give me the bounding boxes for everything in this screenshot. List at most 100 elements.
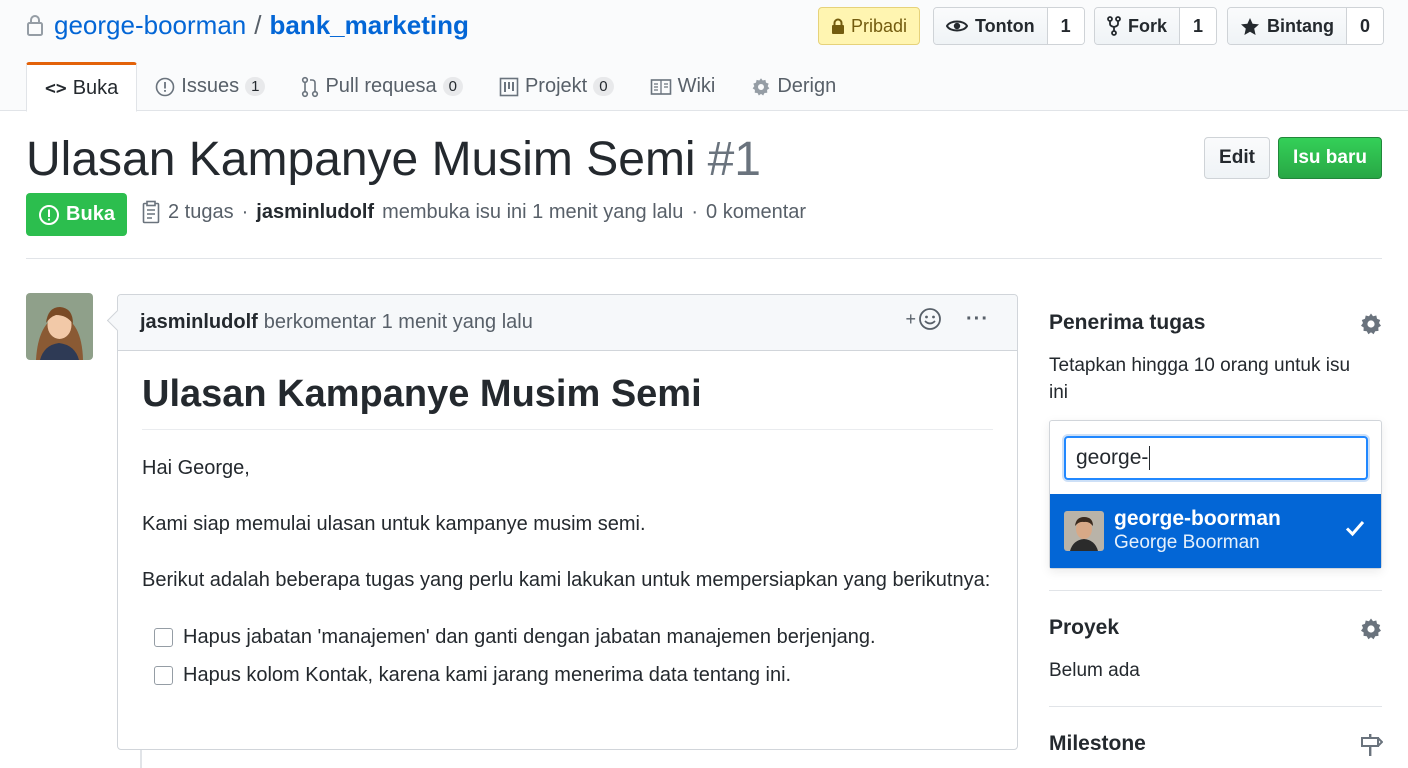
assignee-search-input[interactable]: george- — [1064, 436, 1368, 480]
tab-pull-requests-count: 0 — [442, 77, 463, 96]
watch-button-group: Tonton 1 — [933, 7, 1085, 45]
tab-settings-label: Derign — [777, 75, 837, 97]
repo-header: george-boorman / bank_marketing Pribadi … — [0, 0, 1408, 112]
text-caret — [1149, 446, 1151, 470]
book-icon — [650, 78, 671, 95]
code-icon: <> — [45, 77, 67, 99]
comment-greeting: Hai George, — [142, 457, 250, 479]
comment-time[interactable]: berkomentar 1 menit yang lalu — [264, 311, 533, 334]
tab-wiki[interactable]: Wiki — [632, 62, 734, 111]
star-button-group: Bintang 0 — [1227, 7, 1384, 45]
watch-count[interactable]: 1 — [1047, 8, 1084, 44]
private-label-text: Pribadi — [850, 15, 908, 36]
gear-icon — [752, 77, 770, 95]
fork-button-group: Fork 1 — [1094, 7, 1218, 45]
smiley-icon — [919, 308, 941, 330]
issue-author-link[interactable]: jasminludolf — [256, 201, 374, 224]
user-avatar-icon — [1064, 511, 1104, 551]
star-icon — [1241, 17, 1259, 35]
repo-name-link[interactable]: bank_marketing — [269, 10, 468, 41]
timeline-line — [140, 750, 142, 768]
tab-issues-label: Issues — [181, 75, 240, 97]
repo-owner-link[interactable]: george-boorman — [54, 10, 246, 41]
star-count[interactable]: 0 — [1347, 8, 1383, 44]
meta-separator: · — [241, 200, 249, 223]
clipboard-icon — [142, 200, 160, 224]
fork-icon — [1107, 16, 1121, 36]
project-icon — [499, 77, 519, 96]
fork-count[interactable]: 1 — [1180, 8, 1217, 44]
issue-open-icon — [39, 204, 60, 225]
watch-button[interactable]: Tonton — [934, 8, 1048, 44]
sidebar-divider — [1049, 706, 1382, 707]
comment-body: Ulasan Kampanye Musim Semi Hai George, K… — [118, 351, 1017, 694]
task-item-label: Hapus jabatan 'manajemen' dan ganti deng… — [183, 625, 876, 648]
avatar — [1064, 511, 1104, 551]
avatar[interactable] — [26, 293, 93, 360]
star-button[interactable]: Bintang — [1228, 8, 1347, 44]
comment-header: jasminludolf berkomentar 1 menit yang la… — [118, 295, 1017, 351]
assignees-title[interactable]: Penerima tugas — [1049, 311, 1205, 335]
star-label: Bintang — [1267, 15, 1334, 36]
task-item: Hapus jabatan 'manajemen' dan ganti deng… — [154, 618, 993, 656]
comment-box: jasminludolf berkomentar 1 menit yang la… — [117, 294, 1018, 750]
repo-title: george-boorman / bank_marketing — [26, 8, 469, 42]
tab-pull-requests[interactable]: Pull requesa 0 — [283, 62, 481, 111]
issue-number: #1 — [707, 133, 761, 186]
assignee-option-text: george-boorman George Boorman — [1114, 507, 1281, 555]
assignee-search-value: george- — [1076, 446, 1149, 469]
task-checkbox[interactable] — [154, 627, 173, 647]
tab-code-label: Buka — [72, 76, 119, 99]
tab-pull-requests-label: Pull requesa — [325, 75, 437, 97]
tab-settings[interactable]: Derign — [733, 62, 854, 111]
tab-wiki-label: Wiki — [677, 75, 716, 97]
projects-title[interactable]: Proyek — [1049, 616, 1119, 640]
comment-count: 0 komentar — [706, 200, 807, 223]
assignee-login: george-boorman — [1114, 507, 1281, 530]
comment-actions: + ··· — [906, 307, 990, 331]
status-badge-label: Buka — [66, 203, 115, 225]
comment-heading: Ulasan Kampanye Musim Semi — [142, 371, 993, 430]
comment-paragraph: Kami siap memulai ulasan untuk kampanye … — [142, 513, 646, 535]
issue-title: Ulasan Kampanye Musim Semi #1 — [26, 130, 761, 190]
check-icon — [1345, 521, 1365, 537]
tab-projects-label: Projekt — [524, 75, 588, 97]
comment-author-link[interactable]: jasminludolf — [140, 311, 258, 334]
issue-icon — [155, 77, 175, 96]
fork-label: Fork — [1128, 15, 1168, 36]
task-item-label: Hapus kolom Kontak, karena kami jarang m… — [183, 663, 792, 686]
repo-tabs: <> Buka Issues 1 Pull requesa 0 Projekt … — [26, 62, 854, 112]
assignee-picker: george- george-boorman George Boorman — [1049, 420, 1382, 569]
issue-meta: 2 tugas · jasminludolf membuka isu ini 1… — [142, 200, 806, 224]
tab-issues[interactable]: Issues 1 — [137, 62, 283, 111]
status-badge: Buka — [26, 193, 127, 236]
task-checkbox[interactable] — [154, 665, 173, 685]
fork-button[interactable]: Fork — [1095, 8, 1181, 44]
issue-title-text: Ulasan Kampanye Musim Semi — [26, 133, 696, 186]
edit-button[interactable]: Edit — [1204, 137, 1270, 179]
milestone-title[interactable]: Milestone — [1049, 732, 1146, 756]
watch-label: Tonton — [975, 15, 1035, 36]
eye-icon — [946, 20, 968, 32]
assignee-full-name: George Boorman — [1114, 532, 1260, 553]
tab-projects[interactable]: Projekt 0 — [481, 62, 632, 111]
private-label: Pribadi — [818, 7, 920, 45]
task-count[interactable]: 2 tugas — [168, 201, 234, 224]
tab-code[interactable]: <> Buka — [26, 62, 138, 112]
more-options-icon[interactable]: ··· — [966, 308, 989, 331]
lock-icon — [27, 15, 43, 36]
add-reaction-button[interactable]: + — [906, 307, 943, 331]
milestone-icon[interactable] — [1359, 733, 1383, 757]
assignee-option[interactable]: george-boorman George Boorman — [1050, 494, 1381, 568]
projects-empty-text: Belum ada — [1049, 660, 1140, 681]
task-item: Hapus kolom Kontak, karena kami jarang m… — [154, 656, 993, 694]
new-issue-button[interactable]: Isu baru — [1278, 137, 1382, 179]
gear-icon[interactable] — [1359, 312, 1383, 336]
assignees-hint: Tetapkan hingga 10 orang untuk isu ini — [1049, 355, 1351, 403]
lock-icon — [831, 18, 844, 34]
plus-icon: + — [905, 308, 917, 329]
sidebar-divider — [1049, 590, 1382, 591]
task-list: Hapus jabatan 'manajemen' dan ganti deng… — [142, 618, 993, 694]
repo-separator: / — [254, 9, 262, 40]
gear-icon[interactable] — [1359, 617, 1383, 641]
